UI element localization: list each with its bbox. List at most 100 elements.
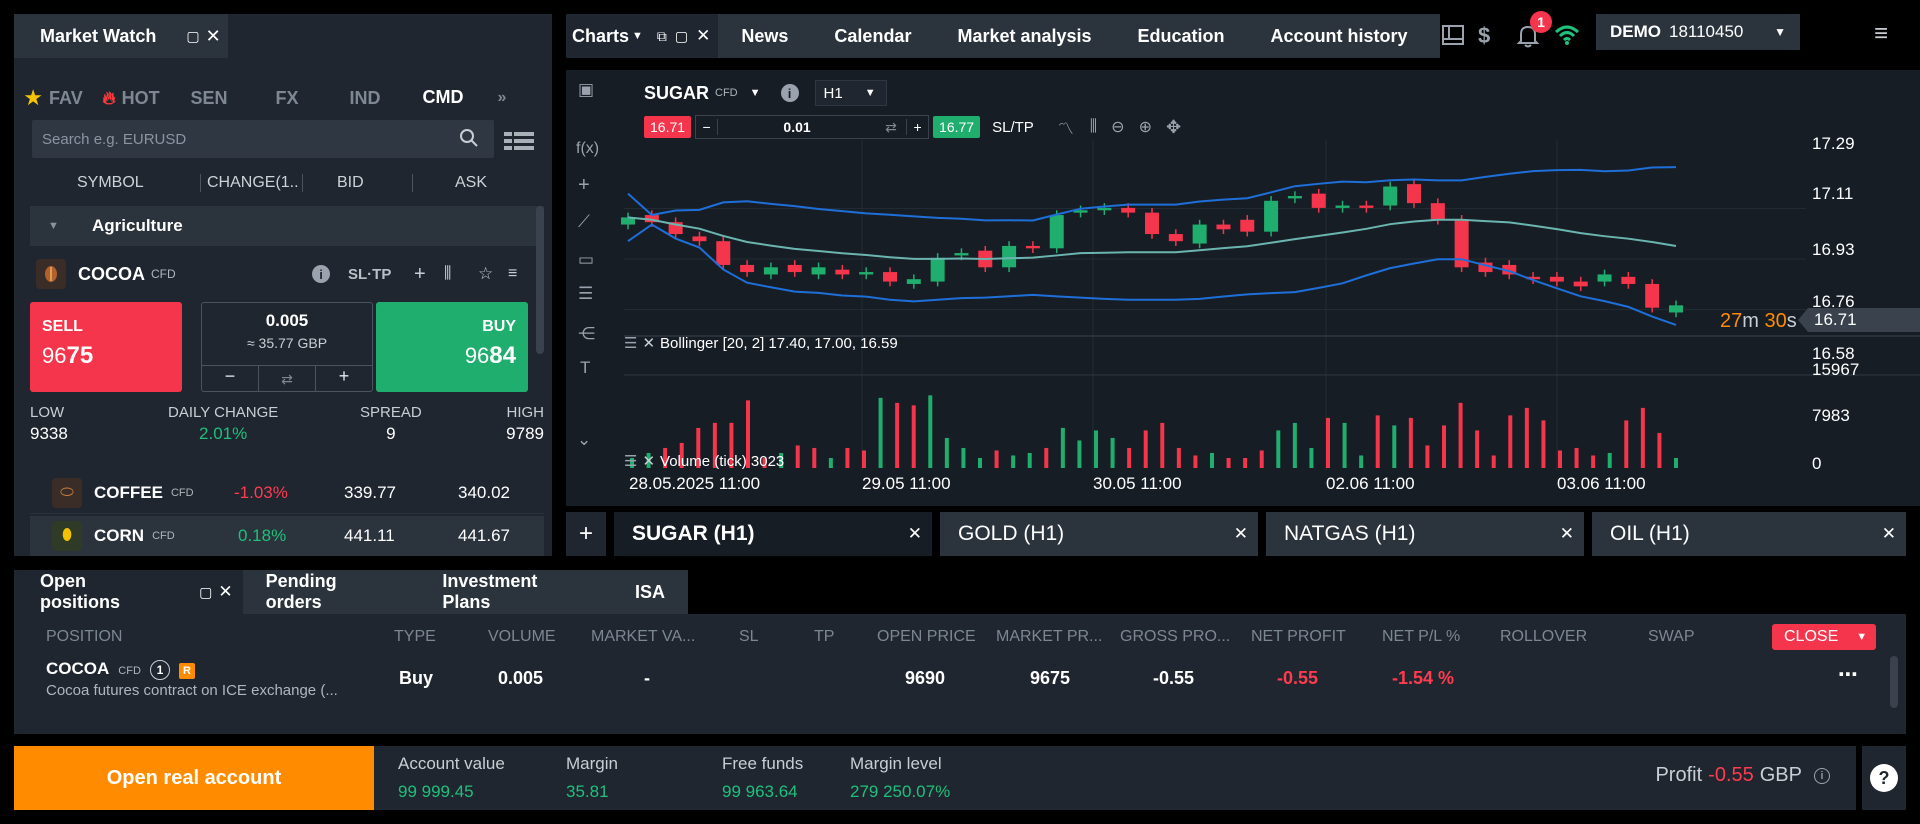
tab-fx[interactable]: FX [248, 70, 326, 126]
tab-charts[interactable]: Charts ▼ ⧉ ▢ ✕ [566, 14, 719, 58]
col-market-price[interactable]: MARKET PR... [996, 628, 1102, 646]
chevron-down-icon[interactable]: ▼ [750, 87, 761, 99]
remove-indicator-icon[interactable]: ✕ [642, 452, 655, 470]
swap-icon[interactable]: ⇄ [259, 366, 316, 391]
close-icon[interactable]: ✕ [1234, 524, 1248, 544]
tab-education[interactable]: Education [1115, 14, 1248, 58]
candles-icon[interactable]: ⫼ [1090, 118, 1097, 136]
volume-stepper[interactable]: 0.005 ≈ 35.77 GBP − ⇄ + [201, 302, 373, 392]
chart-tab-oil[interactable]: OIL (H1) ✕ [1592, 512, 1906, 556]
fx-icon[interactable]: f(x) [576, 140, 599, 158]
close-icon[interactable]: ✕ [1882, 524, 1896, 544]
open-real-account-button[interactable]: Open real account [14, 746, 374, 810]
grid-view-icon[interactable] [504, 130, 534, 157]
col-sl[interactable]: SL [739, 628, 759, 646]
tab-cmd[interactable]: CMD [404, 70, 482, 126]
close-icon[interactable]: ✕ [206, 26, 221, 47]
chart-volume-stepper[interactable]: − 0.01 ⇄ + [695, 115, 930, 139]
list-item[interactable]: ⬮ CORN CFD 0.18% 441.11 441.67 [30, 516, 544, 556]
price-axis[interactable]: 17.29 17.11 16.93 16.76 16.58 15967 7983… [1812, 70, 1920, 506]
tab-ind[interactable]: IND [326, 70, 404, 126]
col-symbol[interactable]: SYMBOL [77, 174, 144, 192]
buy-button[interactable]: BUY 9684 [376, 302, 528, 392]
close-icon[interactable]: ✕ [696, 26, 710, 46]
plus-icon[interactable]: + [414, 263, 426, 286]
tab-calendar[interactable]: Calendar [811, 14, 934, 58]
sltp-button[interactable]: SL·TP [348, 266, 391, 283]
collapse-icon[interactable]: ▼ [48, 220, 59, 232]
indicator-settings-icon[interactable]: ☰ [624, 452, 637, 470]
tab-pending-orders[interactable]: Pending orders [243, 570, 420, 614]
tab-open-positions[interactable]: Open positions ▢ ✕ [14, 570, 243, 614]
list-item[interactable]: ⬭ COFFEE CFD -1.03% 339.77 340.02 [30, 472, 544, 514]
chart-buy-price[interactable]: 16.77 [933, 116, 981, 138]
account-selector[interactable]: DEMO 18110450 ▼ [1596, 14, 1800, 50]
indicator-settings-icon[interactable]: ☰ [624, 334, 637, 352]
tab-news[interactable]: News [718, 14, 811, 58]
volume-value[interactable]: 0.005 [202, 311, 372, 331]
maximize-icon[interactable]: ▢ [199, 584, 212, 601]
add-chart-button[interactable]: + [566, 512, 606, 556]
info-icon[interactable]: i [1814, 767, 1830, 784]
selected-instrument-row[interactable]: COCOA CFD i SL·TP + ⫼ ☆ ≡ [36, 254, 530, 294]
add-to-list-icon[interactable]: ≡ [508, 265, 517, 283]
col-open-price[interactable]: OPEN PRICE [877, 628, 976, 646]
table-row[interactable]: COCOA CFD 1 R Cocoa futures contract on … [14, 658, 1906, 704]
info-icon[interactable]: i [780, 84, 799, 102]
zoom-out-icon[interactable]: ⊖ [1111, 117, 1124, 137]
col-change[interactable]: CHANGE(1.. [200, 174, 299, 192]
time-axis[interactable]: 28.05.2025 11:00 29.05 11:00 30.05 11:00… [566, 474, 1806, 500]
decrease-button[interactable]: − [696, 119, 719, 135]
tab-fav[interactable]: ★ FAV [14, 70, 92, 126]
close-icon[interactable]: ✕ [218, 582, 232, 602]
col-net-pl[interactable]: NET P/L % [1382, 628, 1460, 646]
search-icon[interactable] [458, 127, 480, 153]
tab-account-history[interactable]: Account history [1248, 14, 1431, 58]
col-rollover[interactable]: ROLLOVER [1500, 628, 1587, 646]
timeframe-select[interactable]: H1 ▼ [814, 80, 887, 106]
col-tp[interactable]: TP [814, 628, 834, 646]
maximize-icon[interactable]: ▢ [675, 28, 688, 45]
currency-icon[interactable]: $ [1478, 23, 1490, 49]
close-all-button[interactable]: CLOSE ▼ [1772, 624, 1876, 650]
popout-icon[interactable]: ⧉ [657, 28, 667, 45]
more-options-icon[interactable]: ⋯ [1838, 662, 1858, 687]
col-market-value[interactable]: MARKET VA... [591, 628, 695, 646]
text-tool-icon[interactable]: T [580, 358, 590, 378]
info-icon[interactable]: i [312, 265, 330, 283]
chart-tab-sugar[interactable]: SUGAR (H1) ✕ [614, 512, 932, 556]
col-swap[interactable]: SWAP [1648, 628, 1695, 646]
sltp-button[interactable]: SL/TP [992, 119, 1034, 136]
increase-button[interactable]: + [906, 119, 928, 135]
close-icon[interactable]: ✕ [908, 524, 922, 544]
col-net-profit[interactable]: NET PROFIT [1251, 628, 1346, 646]
chevron-down-icon[interactable]: ▼ [1774, 25, 1786, 39]
line-chart-icon[interactable]: 〽 [1058, 115, 1074, 139]
group-agriculture[interactable]: ▼ Agriculture [30, 206, 544, 246]
tab-hot[interactable]: 🔥︎ HOT [92, 70, 170, 126]
maximize-icon[interactable]: ▢ [186, 28, 199, 45]
tabs-scroll-right-icon[interactable]: » [482, 70, 522, 126]
candles-icon[interactable]: ⫼ [444, 265, 451, 283]
chart-symbol[interactable]: SUGAR [644, 83, 709, 104]
tab-market-analysis[interactable]: Market analysis [934, 14, 1114, 58]
col-bid[interactable]: BID [302, 174, 364, 192]
chart-tab-gold[interactable]: GOLD (H1) ✕ [940, 512, 1258, 556]
chart-sell-price[interactable]: 16.71 [644, 116, 692, 138]
tab-isa[interactable]: ISA [612, 570, 688, 614]
swap-icon[interactable]: ⇄ [876, 119, 906, 136]
col-ask[interactable]: ASK [412, 174, 487, 192]
col-gross-profit[interactable]: GROSS PRO... [1120, 628, 1230, 646]
expand-tools-icon[interactable]: ⌄ [577, 430, 591, 450]
chart-tab-natgas[interactable]: NATGAS (H1) ✕ [1266, 512, 1584, 556]
col-position[interactable]: POSITION [46, 628, 122, 646]
search-input[interactable]: Search e.g. EURUSD [32, 120, 494, 158]
sell-button[interactable]: SELL 9675 [30, 302, 182, 392]
move-icon[interactable]: ✥ [1166, 117, 1181, 138]
rectangle-tool-icon[interactable]: ▭ [578, 250, 594, 270]
tab-sen[interactable]: SEN [170, 70, 248, 126]
help-button[interactable]: ? [1862, 746, 1906, 810]
pitchfork-icon[interactable]: ⋲ [578, 324, 595, 344]
remove-indicator-icon[interactable]: ✕ [642, 334, 655, 352]
decrease-button[interactable]: − [202, 366, 259, 391]
